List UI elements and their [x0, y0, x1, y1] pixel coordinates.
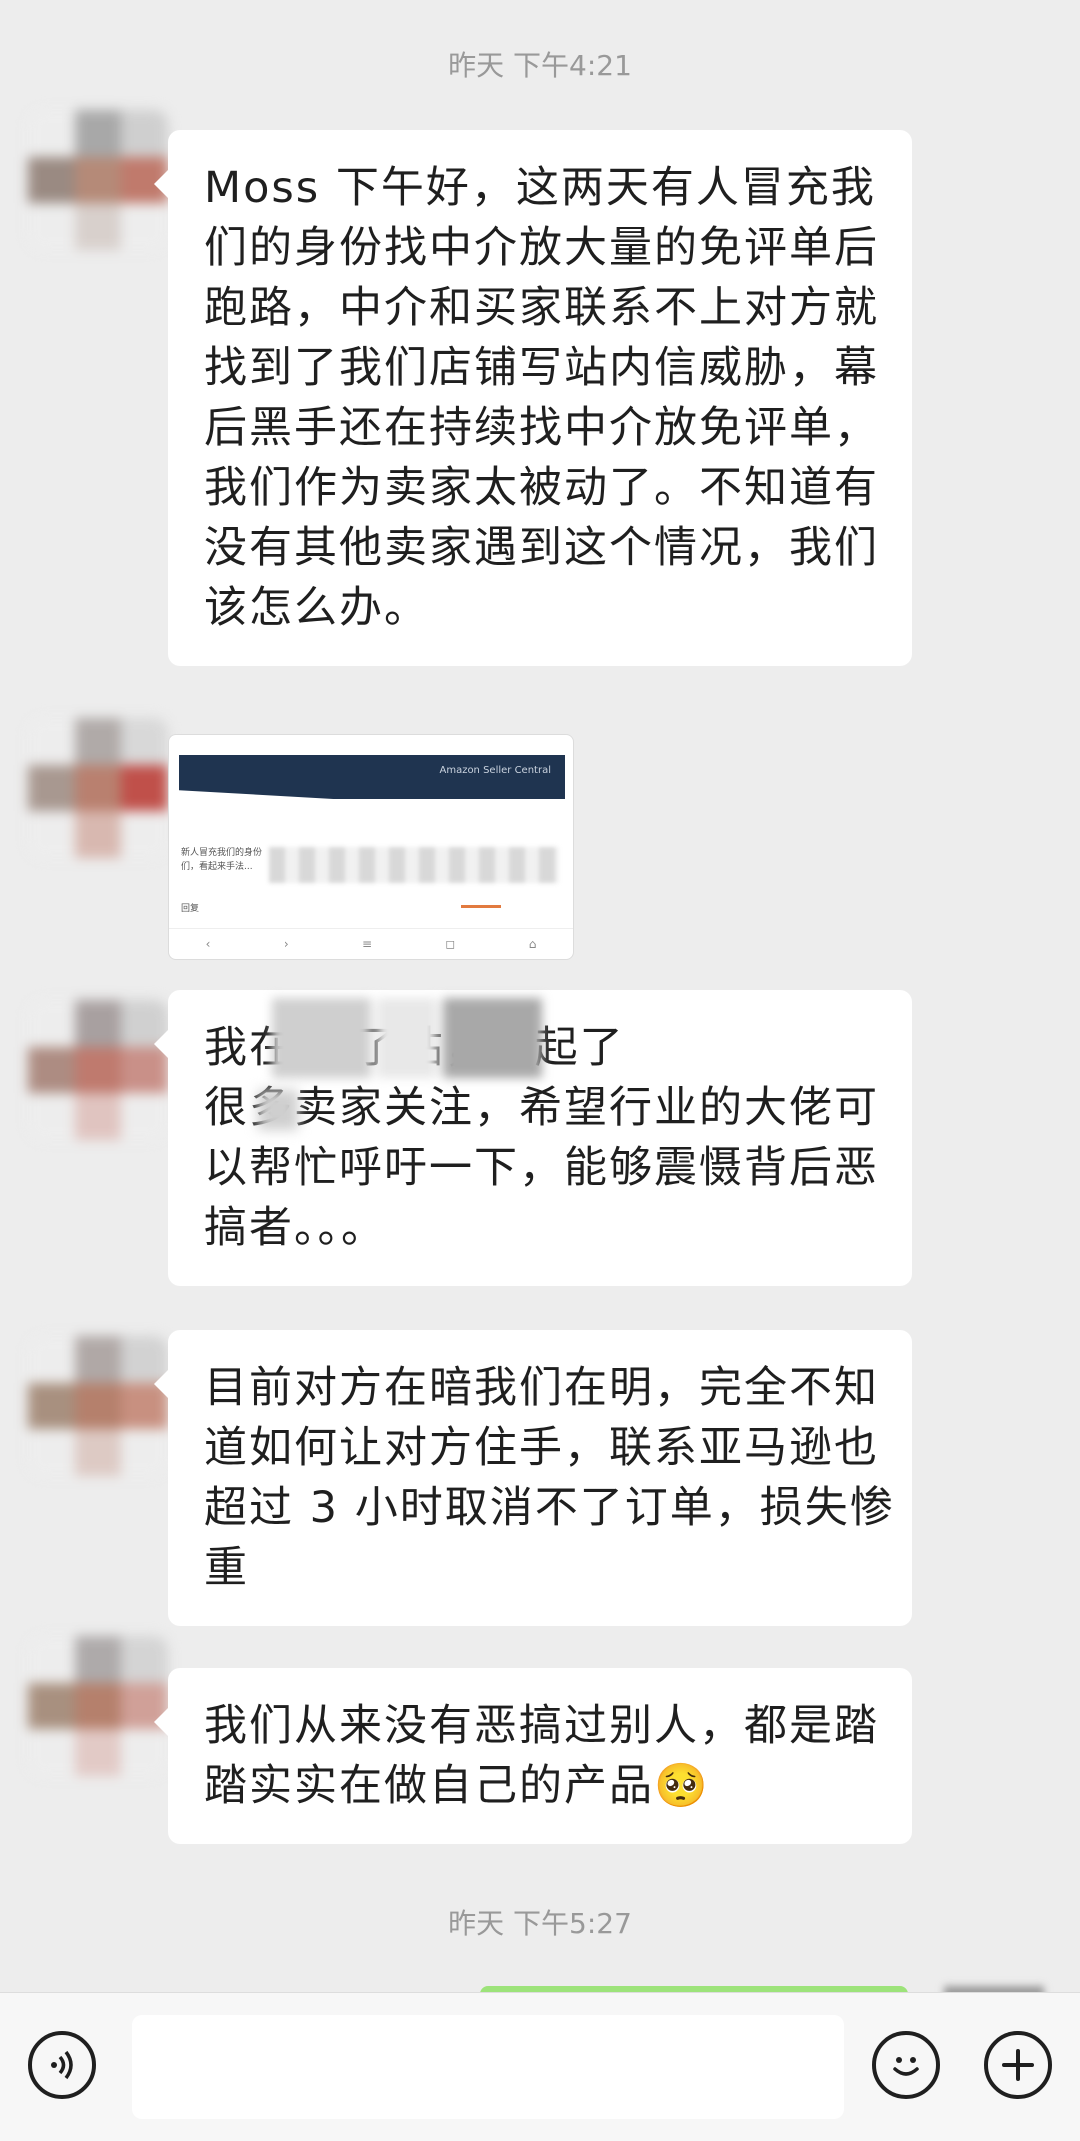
message-input[interactable]: [132, 2015, 844, 2119]
timestamp: 昨天 下午5:27: [448, 1907, 632, 1940]
message-line: 跑路，中介和买家联系不上对方就: [204, 283, 879, 333]
message-line: 目前对方在暗我们在明，完全不知: [204, 1363, 879, 1413]
image-navbar: ‹ › ≡ ◻ ⌂: [169, 928, 573, 959]
message-line: 我们从来没有恶搞过别人，都是踏: [204, 1701, 879, 1751]
message-bubble[interactable]: Moss 下午好，这两天有人冒充我 们的身份找中介放大量的免评单后 跑路，中介和…: [154, 130, 912, 666]
message-line: 搞者。。。: [204, 1203, 386, 1253]
message-line: 很多卖家关注，希望行业的大佬可: [204, 1083, 879, 1133]
message-line: 该怎么办。: [204, 583, 429, 633]
message-line: 道如何让对方住手，联系亚马逊也: [204, 1423, 879, 1473]
privacy-blur: [258, 1090, 298, 1130]
emoji-button[interactable]: [872, 2031, 940, 2099]
avatar[interactable]: [28, 718, 168, 858]
message-line: 以帮忙呼吁一下，能够震慑背后恶: [204, 1143, 879, 1193]
avatar[interactable]: [28, 1000, 168, 1140]
avatar[interactable]: [28, 110, 168, 250]
emoji-icon: [893, 2057, 919, 2076]
image-header-bar: Amazon Seller Central: [179, 755, 565, 799]
voice-icon: [51, 2050, 73, 2080]
message-line: 重: [204, 1543, 249, 1593]
forward-icon: ›: [283, 937, 289, 951]
pleading-face-emoji: 🥺: [654, 1761, 710, 1811]
message-line: 们的身份找中介放大量的免评单后: [204, 223, 879, 273]
plus-icon: [1002, 2049, 1034, 2081]
message-bubble[interactable]: 目前对方在暗我们在明，完全不知 道如何让对方住手，联系亚马逊也 超过 3 小时取…: [154, 1330, 912, 1626]
message-line: Moss 下午好，这两天有人冒充我: [204, 163, 876, 213]
message-line: 我们作为卖家太被动了。不知道有: [204, 463, 879, 513]
home-icon: ⌂: [528, 937, 537, 951]
menu-icon: ≡: [361, 937, 373, 951]
privacy-blur: [272, 998, 542, 1078]
message-bubble[interactable]: 我们从来没有恶搞过别人，都是踏 踏实实在做自己的产品🥺: [154, 1668, 912, 1844]
image-header-text: Amazon Seller Central: [439, 765, 551, 776]
message-line: 超过 3 小时取消不了订单，损失惨: [204, 1483, 895, 1533]
image-text-line: 新人冒充我们的身份: [181, 848, 263, 858]
avatar[interactable]: [28, 1636, 168, 1776]
tabs-icon: ◻: [445, 937, 456, 951]
message-line: 找到了我们店铺写站内信威胁，幕: [204, 343, 879, 393]
blurred-region: [269, 847, 559, 883]
avatar[interactable]: [28, 1336, 168, 1476]
image-text-line: 们，看起来手法...: [181, 862, 253, 872]
message-line: 后黑手还在持续找中介放免评单，: [204, 403, 879, 453]
back-icon: ‹: [205, 937, 211, 951]
image-accent-line: [461, 905, 501, 908]
plus-button[interactable]: [984, 2031, 1052, 2099]
message-line-with-emoji: 踏实实在做自己的产品🥺: [204, 1756, 876, 1816]
voice-button[interactable]: [28, 2031, 96, 2099]
image-text-line: 回复: [181, 904, 200, 914]
message-line: 踏实实在做自己的产品: [204, 1761, 654, 1811]
input-bar: [0, 1992, 1080, 2141]
image-message[interactable]: Amazon Seller Central 新人冒充我们的身份 们，看起来手法.…: [168, 734, 574, 960]
timestamp: 昨天 下午4:21: [448, 49, 632, 82]
message-line: 没有其他卖家遇到这个情况，我们: [204, 523, 879, 573]
